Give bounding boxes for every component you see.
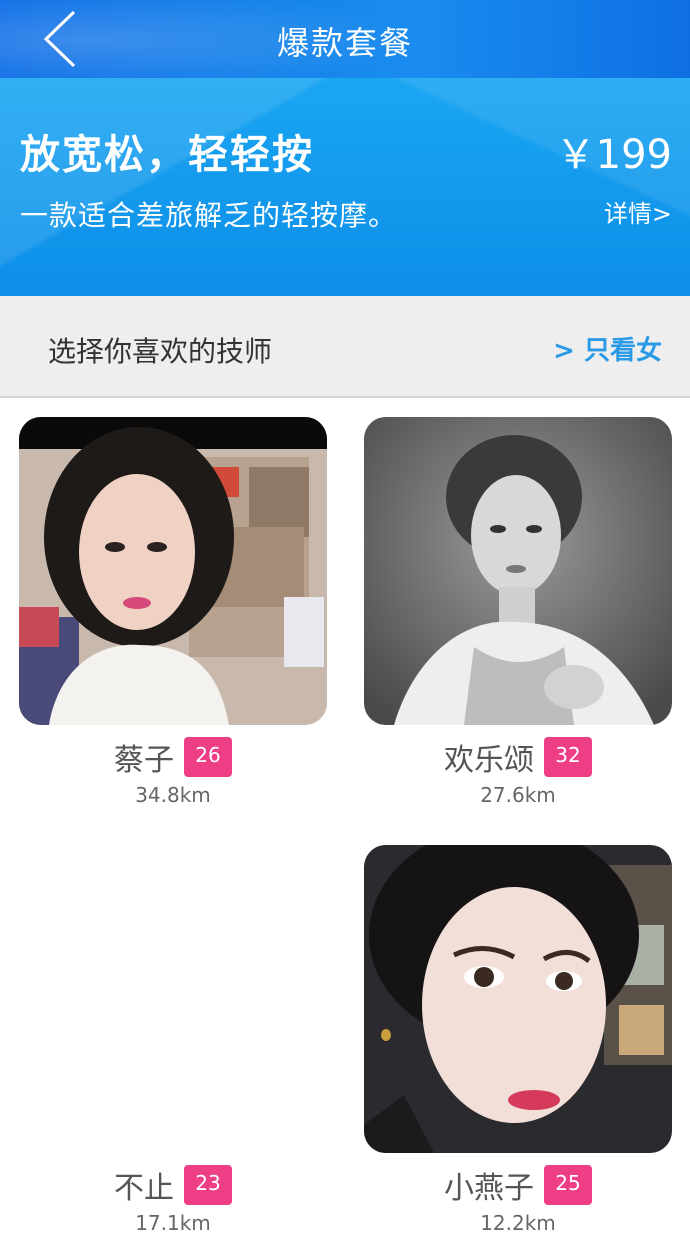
technician-distance: 12.2km (480, 1211, 556, 1235)
technician-distance: 27.6km (480, 783, 556, 807)
technician-name: 小燕子 (444, 1171, 534, 1206)
top-nav-bar: 爆款套餐 (0, 0, 690, 78)
technician-distance: 17.1km (135, 1211, 211, 1235)
banner-decoration (0, 78, 690, 296)
technician-name-row: 小燕子 25 (364, 1163, 672, 1207)
female-only-filter[interactable]: > 只看女 (553, 330, 662, 367)
package-description: 一款适合差旅解乏的轻按摩。 (20, 199, 398, 232)
package-detail-link[interactable]: 详情> (604, 194, 672, 229)
technician-photo (19, 417, 327, 725)
portrait-image (19, 417, 327, 725)
technician-name-row: 不止 23 (19, 1163, 327, 1207)
package-name: 放宽松，轻轻按 (20, 132, 314, 178)
technician-name: 不止 (114, 1171, 174, 1206)
technician-photo-empty (19, 845, 327, 1153)
age-badge: 26 (184, 737, 232, 777)
age-badge: 23 (184, 1165, 232, 1205)
portrait-image (364, 845, 672, 1153)
technician-distance: 34.8km (135, 783, 211, 807)
page-title: 爆款套餐 (276, 24, 413, 62)
package-banner[interactable]: 放宽松，轻轻按 ￥199 一款适合差旅解乏的轻按摩。 详情> (0, 78, 690, 296)
package-price: ￥199 (555, 132, 672, 178)
portrait-image (364, 417, 672, 725)
section-title: 选择你喜欢的技师 (48, 335, 273, 368)
technician-name-row: 蔡子 26 (19, 735, 327, 779)
technician-name: 蔡子 (114, 743, 174, 778)
technician-photo (364, 845, 672, 1153)
technician-name-row: 欢乐颂 32 (364, 735, 672, 779)
app-screen: 爆款套餐 放宽松，轻轻按 ￥199 一款适合差旅解乏的轻按摩。 详情> 选择你喜… (0, 0, 690, 1250)
technician-name: 欢乐颂 (444, 743, 534, 778)
technician-photo (364, 417, 672, 725)
age-badge: 32 (544, 737, 592, 777)
technician-section-header: 选择你喜欢的技师 > 只看女 (0, 296, 690, 398)
age-badge: 25 (544, 1165, 592, 1205)
